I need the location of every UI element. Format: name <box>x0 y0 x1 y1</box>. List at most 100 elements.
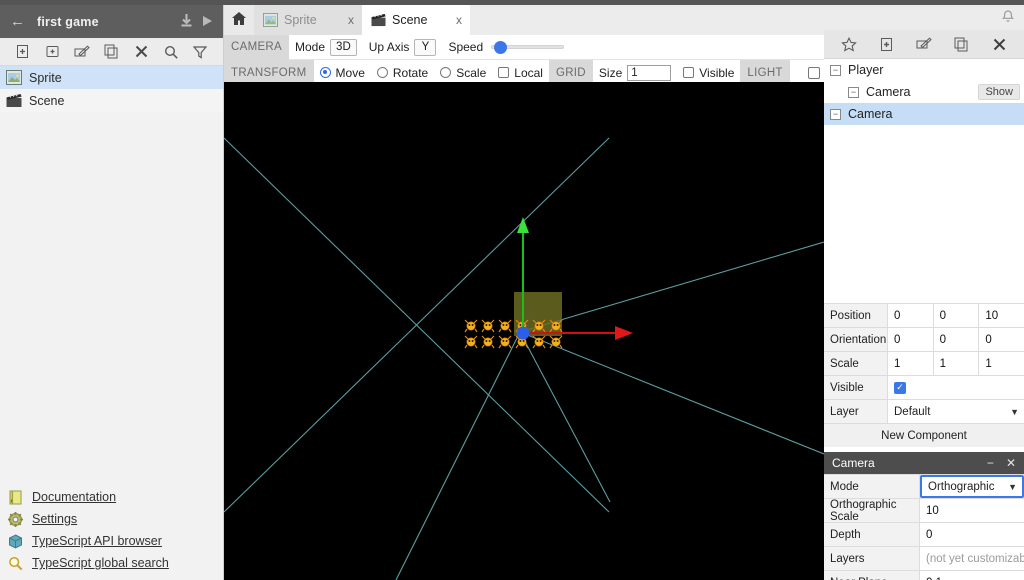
duplicate-icon[interactable] <box>952 34 972 54</box>
link-typescript-api-browser[interactable]: TypeScript API browser <box>8 530 223 552</box>
transform-local-option[interactable]: Local <box>492 66 549 80</box>
hierarchy-item-player-camera[interactable]: − Camera Show <box>824 81 1024 103</box>
expander-collapse-icon[interactable]: − <box>830 64 841 76</box>
transform-move-option[interactable]: Move <box>314 66 371 80</box>
play-icon[interactable] <box>202 15 213 29</box>
filter-funnel-icon[interactable] <box>190 42 210 62</box>
scene-clapperboard-icon <box>6 93 22 108</box>
close-x-icon[interactable] <box>989 34 1009 54</box>
camera-row-orthographic-scale: Orthographic Scale 10 <box>824 498 1024 523</box>
visible-checkbox-cell[interactable]: ✓ <box>888 376 1024 399</box>
asset-item-sprite[interactable]: Sprite <box>0 66 223 89</box>
inspector-row-layer: Layer Default ▼ <box>824 399 1024 423</box>
checkbox-checked-icon[interactable]: ✓ <box>894 381 906 394</box>
transform-rotate-option[interactable]: Rotate <box>371 66 434 80</box>
rename-pencil-icon[interactable] <box>72 42 92 62</box>
transform-local-label: Local <box>514 65 543 80</box>
tab-close-button[interactable]: x <box>340 13 354 27</box>
hierarchy-item-player[interactable]: − Player <box>824 59 1024 81</box>
camera-row-label: Near Plane <box>824 571 920 580</box>
minimize-icon[interactable]: − <box>987 457 994 469</box>
layer-select[interactable]: Default ▼ <box>888 400 1024 423</box>
radio-scale-icon[interactable] <box>440 67 452 78</box>
radio-rotate-icon[interactable] <box>376 67 388 78</box>
camera-row-label: Layers <box>824 547 920 570</box>
tab-sprite[interactable]: Sprite x <box>254 5 362 35</box>
back-arrow-icon[interactable]: ← <box>10 14 25 29</box>
package-icon <box>8 533 23 549</box>
asset-toolbar <box>0 38 223 66</box>
search-icon[interactable] <box>161 42 181 62</box>
scale-y-input[interactable]: 1 <box>933 352 980 375</box>
camera-up-axis-label: Up Axis <box>368 40 410 54</box>
transform-scale-label: Scale <box>456 65 487 80</box>
camera-row-label: Mode <box>824 475 920 498</box>
file-plus-icon[interactable] <box>13 42 33 62</box>
expander-collapse-icon[interactable]: − <box>830 108 841 120</box>
orientation-y-input[interactable]: 0 <box>933 328 980 351</box>
star-icon[interactable] <box>839 34 859 54</box>
new-component-button[interactable]: New Component <box>824 423 1024 447</box>
download-icon[interactable] <box>181 14 192 29</box>
inspector-label: Scale <box>824 352 888 375</box>
link-typescript-global-search[interactable]: TypeScript global search <box>8 552 223 574</box>
inspector-label: Visible <box>824 376 888 399</box>
inspector-row-orientation: Orientation 0 0 0 <box>824 327 1024 351</box>
near-plane-input[interactable]: 0.1 <box>920 571 1024 580</box>
asset-item-scene[interactable]: Scene <box>0 89 223 112</box>
sidebar-links: Documentation Settings TypeScript API br… <box>0 486 223 580</box>
camera-row-mode: Mode Orthographic ▼ <box>824 474 1024 498</box>
tab-close-button[interactable]: x <box>448 13 462 27</box>
tab-scene[interactable]: Scene x <box>362 5 470 35</box>
folder-plus-icon[interactable] <box>42 42 62 62</box>
grid-visible-option[interactable]: Visible <box>677 66 740 80</box>
position-z-input[interactable]: 10 <box>979 304 1024 327</box>
add-box-icon[interactable] <box>876 34 896 54</box>
book-icon <box>8 490 23 505</box>
camera-speed-group: Speed <box>442 40 570 54</box>
scene-viewport[interactable] <box>224 82 824 580</box>
camera-mode-select[interactable]: Orthographic ▼ <box>920 475 1024 498</box>
light-toggle-group[interactable] <box>802 66 826 79</box>
orthographic-scale-input[interactable]: 10 <box>920 499 1024 522</box>
hierarchy-item-camera[interactable]: − Camera <box>824 103 1024 125</box>
expander-collapse-icon[interactable]: − <box>848 86 859 98</box>
close-icon[interactable]: ✕ <box>1006 457 1016 469</box>
checkbox-grid-visible-icon[interactable] <box>683 67 695 78</box>
link-settings[interactable]: Settings <box>8 508 223 530</box>
show-button[interactable]: Show <box>978 84 1020 100</box>
close-x-icon[interactable] <box>131 42 151 62</box>
grid-size-label: Size <box>598 65 623 80</box>
orientation-z-input[interactable]: 0 <box>979 328 1024 351</box>
radio-move-icon[interactable] <box>319 67 331 78</box>
position-y-input[interactable]: 0 <box>933 304 980 327</box>
rename-pencil-icon[interactable] <box>914 34 934 54</box>
orientation-x-input[interactable]: 0 <box>888 328 934 351</box>
checkbox-light-icon[interactable] <box>807 66 820 79</box>
duplicate-icon[interactable] <box>101 42 121 62</box>
camera-up-axis-group: Up Axis Y <box>363 38 443 56</box>
right-panel: − Player − Camera Show − Camera Position… <box>824 5 1024 580</box>
transform-scale-option[interactable]: Scale <box>434 66 492 80</box>
position-x-input[interactable]: 0 <box>888 304 934 327</box>
scale-z-input[interactable]: 1 <box>979 352 1024 375</box>
camera-mode-group: Mode 3D <box>289 38 363 56</box>
camera-row-label: Depth <box>824 523 920 546</box>
camera-mode-button[interactable]: 3D <box>330 38 357 56</box>
scene-render <box>224 82 824 580</box>
checkbox-local-icon[interactable] <box>498 67 510 78</box>
slider-thumb[interactable] <box>494 41 508 54</box>
depth-input[interactable]: 0 <box>920 523 1024 546</box>
camera-speed-slider[interactable] <box>491 41 565 54</box>
grid-size-input[interactable]: 1 <box>627 64 672 81</box>
link-label: Documentation <box>32 490 117 504</box>
editor-window: ← first game Sprite Scene Documentation … <box>0 0 1024 580</box>
bell-icon[interactable] <box>1001 9 1015 26</box>
home-tab[interactable] <box>224 5 254 35</box>
inspector-label: Orientation <box>824 328 888 351</box>
layers-value: (not yet customizable) <box>920 547 1024 570</box>
camera-up-axis-button[interactable]: Y <box>414 38 437 56</box>
link-documentation[interactable]: Documentation <box>8 486 223 508</box>
scale-x-input[interactable]: 1 <box>888 352 934 375</box>
link-label: TypeScript API browser <box>32 534 162 548</box>
